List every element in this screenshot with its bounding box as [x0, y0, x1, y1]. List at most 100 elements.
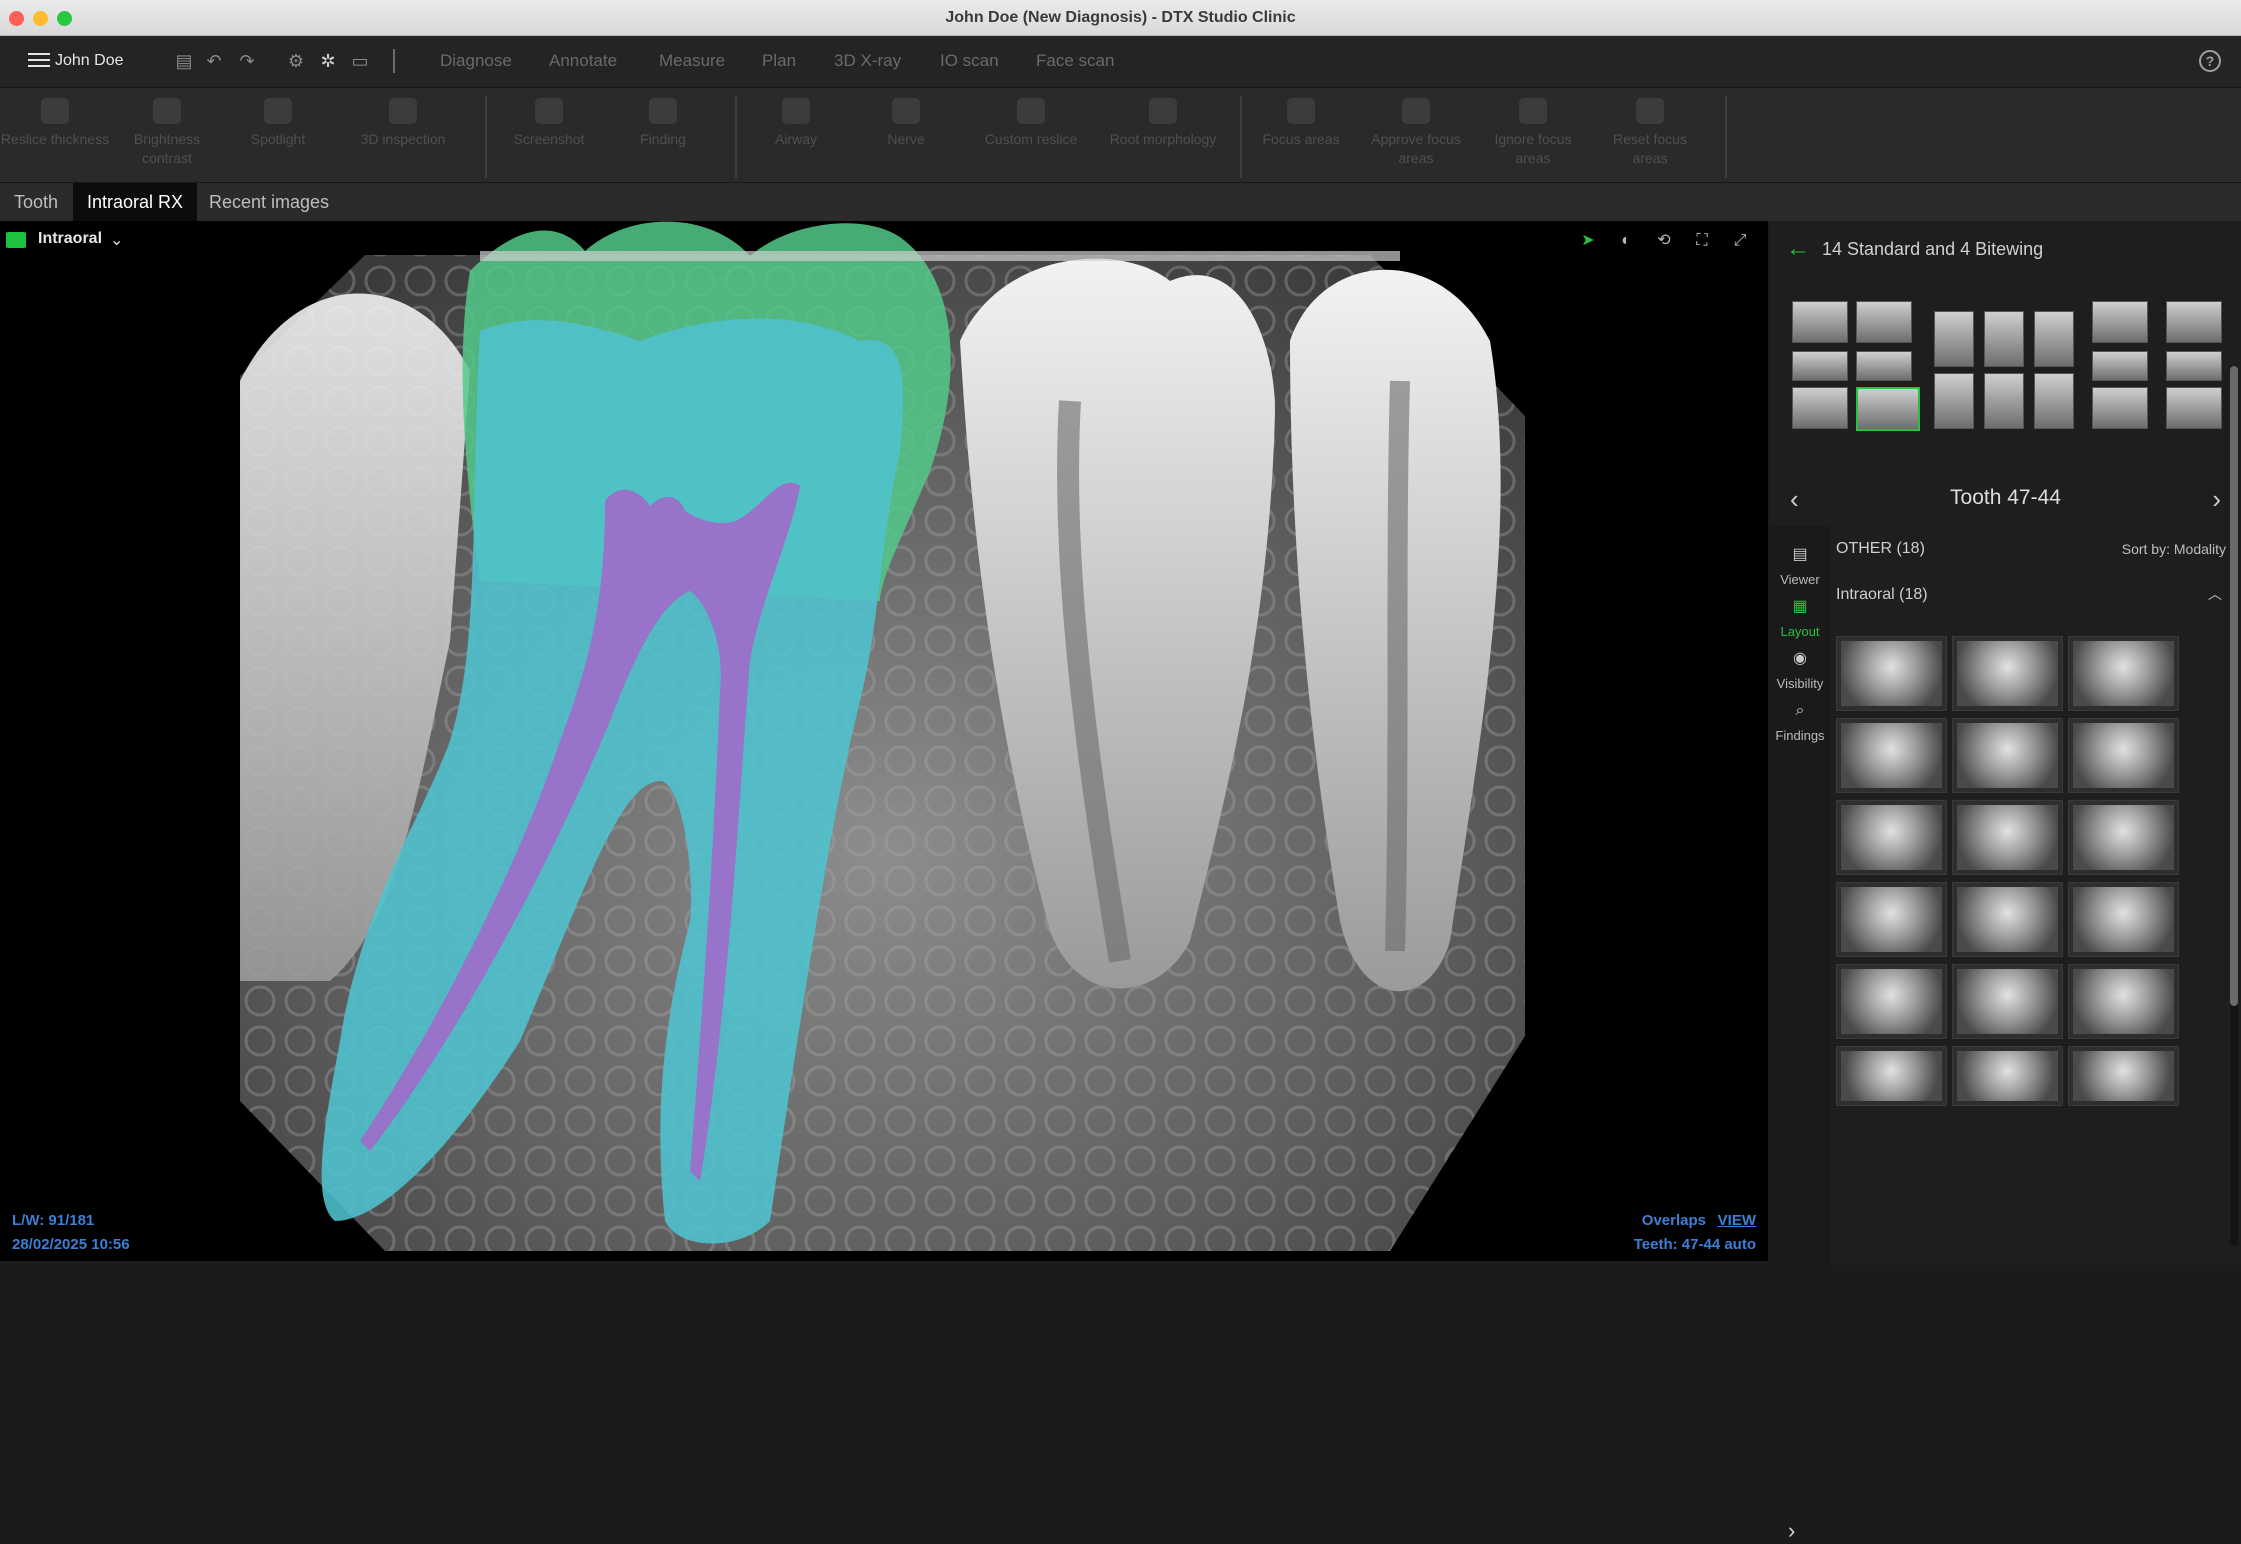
tab-intraoral-rx[interactable]: Intraoral RX	[73, 183, 198, 221]
tool-finding[interactable]: Finding	[608, 98, 718, 149]
image-thumbnail[interactable]	[2068, 800, 2179, 875]
minimap-slot[interactable]	[1792, 387, 1848, 429]
nav-3d-xray[interactable]: 3D X-ray	[834, 51, 901, 71]
tool-reslice-thickness[interactable]: Reslice thickness	[0, 98, 110, 149]
chevron-right-icon[interactable]: ›	[2212, 484, 2221, 515]
hamburger-menu-icon[interactable]	[28, 53, 50, 69]
sensor-edge	[480, 251, 1400, 261]
image-thumbnail[interactable]	[2068, 882, 2179, 957]
tool-custom-reslice[interactable]: Custom reslice	[976, 98, 1086, 149]
tool-screenshot[interactable]: Screenshot	[494, 98, 604, 149]
minimap-slot[interactable]	[2034, 373, 2074, 429]
contrast-toggle-icon[interactable]: ◐	[1616, 231, 1636, 251]
tool-airway[interactable]: Airway	[741, 98, 851, 149]
settings-icon[interactable]: ⚙	[285, 50, 307, 72]
monitor-icon[interactable]: ▭	[349, 50, 371, 72]
intraoral-group-header[interactable]: Intraoral (18)	[1836, 586, 1928, 604]
pointer-icon[interactable]: ➤	[1578, 231, 1598, 251]
minimap-slot[interactable]	[1934, 311, 1974, 367]
minimap-slot[interactable]	[2092, 387, 2148, 429]
nav-io-scan[interactable]: IO scan	[940, 51, 999, 71]
user-name[interactable]: John Doe	[55, 52, 124, 70]
image-thumbnail[interactable]	[1836, 636, 1947, 711]
minimap-slot[interactable]	[2092, 351, 2148, 381]
save-icon[interactable]: ▤	[173, 50, 195, 72]
image-thumbnail[interactable]	[1836, 718, 1947, 793]
minimap-slot[interactable]	[1984, 373, 2024, 429]
minimap-slot[interactable]	[2166, 387, 2222, 429]
image-thumbnail[interactable]	[1952, 636, 2063, 711]
image-thumbnail[interactable]	[2068, 1046, 2179, 1106]
image-thumbnail[interactable]	[1952, 964, 2063, 1039]
redo-icon[interactable]: ↷	[236, 50, 258, 72]
sidebar-item-layout[interactable]: ▦ Layout	[1770, 598, 1830, 639]
nav-diagnose[interactable]: Diagnose	[440, 51, 512, 71]
minimap-slot-selected[interactable]	[1856, 387, 1920, 431]
image-thumbnail[interactable]	[1836, 964, 1947, 1039]
tab-tooth[interactable]: Tooth	[0, 183, 72, 221]
fullscreen-icon[interactable]: ⤢	[1730, 231, 1750, 251]
minimap-slot[interactable]	[2166, 301, 2222, 343]
tab-recent-images[interactable]: Recent images	[195, 183, 343, 221]
nav-plan[interactable]: Plan	[762, 51, 796, 71]
image-thumbnail[interactable]	[2068, 964, 2179, 1039]
image-thumbnail[interactable]	[2068, 636, 2179, 711]
minimap-slot[interactable]	[1934, 373, 1974, 429]
sort-dropdown[interactable]: Sort by: Modality	[2122, 541, 2226, 557]
reslice-icon	[1017, 98, 1045, 124]
viewer-icon: ▤	[1792, 546, 1808, 563]
tool-ignore-focus-areas[interactable]: Ignore focus areas	[1478, 98, 1588, 168]
minimap-slot[interactable]	[2034, 311, 2074, 367]
view-tabs: Tooth Intraoral RX Recent images	[0, 183, 2241, 221]
image-thumbnail[interactable]	[1836, 882, 1947, 957]
tool-spotlight[interactable]: Spotlight	[223, 98, 333, 149]
toolbar-divider	[485, 96, 487, 178]
image-thumbnail[interactable]	[1952, 718, 2063, 793]
minimap-slot[interactable]	[1792, 301, 1848, 343]
sidebar-item-visibility[interactable]: ◉ Visibility	[1770, 650, 1830, 691]
gallery-scrollbar[interactable]	[2230, 366, 2238, 1246]
layers-icon	[41, 98, 69, 124]
tool-3d-inspection[interactable]: 3D inspection	[348, 98, 458, 149]
chevron-right-expand-icon[interactable]: ›	[1788, 1518, 1795, 1544]
sidebar-item-viewer[interactable]: ▤ Viewer	[1770, 546, 1830, 587]
tool-brightness-contrast[interactable]: Brightness contrast	[112, 98, 222, 168]
image-viewer[interactable]: Intraoral ⌄ ➤ ◐ ⟲ ⛶ ⤢ L/W: 91/181 28/02/…	[0, 221, 1768, 1261]
image-thumbnail[interactable]	[1952, 1046, 2063, 1106]
image-thumbnail[interactable]	[1836, 1046, 1947, 1106]
modality-dropdown[interactable]: Intraoral	[38, 230, 102, 248]
minimap-slot[interactable]	[2166, 351, 2222, 381]
tool-nerve[interactable]: Nerve	[851, 98, 961, 149]
nav-annotate[interactable]: Annotate	[549, 51, 617, 71]
tool-focus-areas[interactable]: Focus areas	[1246, 98, 1356, 149]
contrast-icon	[153, 98, 181, 124]
minimap-slot[interactable]	[1984, 311, 2024, 367]
image-thumbnail[interactable]	[1952, 800, 2063, 875]
nav-measure[interactable]: Measure	[659, 51, 725, 71]
nav-face-scan[interactable]: Face scan	[1036, 51, 1114, 71]
layout-wheel-icon[interactable]: ✲	[317, 50, 339, 72]
overlaps-view-link[interactable]: VIEW	[1718, 1212, 1756, 1229]
chevron-up-icon[interactable]: ︿	[2208, 584, 2222, 604]
minimap-slot[interactable]	[1856, 301, 1912, 343]
scrollbar-thumb[interactable]	[2230, 366, 2238, 1006]
minimap-slot[interactable]	[1856, 351, 1912, 381]
rotate-icon[interactable]: ⟲	[1654, 231, 1674, 251]
minimap-slot[interactable]	[1792, 351, 1848, 381]
spotlight-icon	[264, 98, 292, 124]
image-gallery: OTHER (18) Sort by: Modality Intraoral (…	[1834, 526, 2234, 1266]
other-group-header: OTHER (18)	[1836, 540, 1925, 557]
image-thumbnail[interactable]	[1836, 800, 1947, 875]
minimap-slot[interactable]	[2092, 301, 2148, 343]
tool-reset-focus-areas[interactable]: Reset focus areas	[1595, 98, 1705, 168]
sidebar-item-findings[interactable]: ⌕ Findings	[1770, 702, 1830, 743]
undo-icon[interactable]: ↶	[203, 50, 225, 72]
image-thumbnail[interactable]	[2068, 718, 2179, 793]
tool-approve-focus-areas[interactable]: Approve focus areas	[1361, 98, 1471, 168]
back-arrow-icon[interactable]: ←	[1786, 235, 1810, 263]
tool-root-morphology[interactable]: Root morphology	[1108, 98, 1218, 149]
chevron-down-icon[interactable]: ⌄	[110, 230, 123, 250]
fit-to-screen-icon[interactable]: ⛶	[1692, 231, 1712, 251]
image-thumbnail[interactable]	[1952, 882, 2063, 957]
help-icon[interactable]: ?	[2199, 50, 2221, 72]
